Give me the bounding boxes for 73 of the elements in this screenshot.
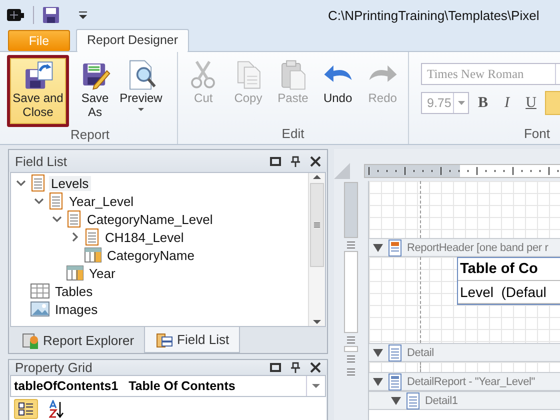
maximize-icon[interactable] [270, 362, 281, 373]
band-grip-icon [347, 240, 355, 248]
report-explorer-icon [21, 331, 39, 349]
collapse-icon[interactable] [16, 178, 26, 188]
column-icon [84, 246, 102, 264]
image-icon [30, 300, 50, 318]
collapse-icon[interactable] [34, 196, 44, 206]
panel-title: Property Grid [15, 360, 92, 375]
band-header[interactable]: DetailReport - "Year_Level" [369, 372, 560, 391]
group-label: Report [69, 127, 111, 144]
undo-button[interactable]: Undo [316, 55, 360, 108]
panel-title: Field List [15, 154, 68, 168]
band-header[interactable]: ReportHeader [one band per r [369, 238, 560, 257]
collapse-icon [373, 348, 383, 356]
band-header[interactable]: Detail1 [369, 391, 560, 410]
document-icon [48, 192, 64, 210]
categorized-icon [18, 402, 34, 416]
close-icon[interactable] [310, 362, 321, 373]
bold-button[interactable]: B [473, 92, 493, 114]
band-header[interactable]: Detail [369, 343, 560, 362]
column-icon [66, 264, 84, 282]
tree-item[interactable]: Year [87, 266, 118, 280]
panel-tab[interactable]: Report Explorer [11, 327, 144, 353]
group-label: Edit [280, 126, 306, 143]
pin-icon[interactable] [290, 156, 301, 166]
collapse-icon[interactable] [52, 214, 62, 224]
panel-tab[interactable]: Field List [144, 327, 240, 353]
pin-icon[interactable] [290, 362, 301, 373]
save-icon[interactable] [42, 6, 60, 24]
grip-icon [313, 222, 321, 228]
toc-level: Level (Defaul [458, 281, 560, 304]
expand-icon[interactable] [70, 232, 80, 242]
object-selector[interactable]: tableOfContents1 Table Of Contents [10, 375, 326, 397]
group-label: Font [522, 126, 551, 143]
tree-item[interactable]: CategoryName_Level [85, 212, 215, 226]
categorized-button[interactable] [14, 399, 38, 419]
caret-icon [458, 101, 464, 105]
toc-title: Table of Co [458, 258, 560, 281]
window-title: C:\NPrintingTraining\Templates\Pixel [328, 8, 540, 22]
tree-item[interactable]: CH184_Level [103, 230, 186, 244]
ruler-corner-icon [334, 163, 350, 179]
collapse-icon [373, 378, 383, 386]
collapse-icon [391, 396, 401, 404]
ribbon-tab[interactable]: Report Designer [76, 29, 190, 52]
caret-icon [312, 384, 320, 388]
save-as-button[interactable]: Save As [73, 55, 117, 122]
document-icon [66, 210, 82, 228]
tree-item[interactable]: Levels [49, 176, 91, 190]
vertical-ruler [344, 182, 358, 238]
tree-item[interactable]: Year_Level [67, 194, 136, 208]
close-icon[interactable] [310, 156, 321, 166]
band-icon [405, 392, 421, 410]
band-grip-icon [347, 368, 355, 376]
document-icon [84, 228, 100, 246]
app-icon [6, 6, 25, 24]
tree-item[interactable]: Tables [53, 284, 95, 298]
scrollbar[interactable] [308, 173, 325, 326]
table-of-contents[interactable]: Table of Co Level (Defaul [457, 257, 560, 305]
tree-item[interactable]: Images [53, 302, 100, 316]
save-close-button[interactable]: Save and Close [7, 55, 69, 127]
italic-button[interactable]: I [497, 92, 517, 114]
preview-button[interactable]: Preview [119, 55, 163, 115]
tree-item[interactable]: CategoryName [105, 248, 196, 262]
underline-button[interactable]: U [521, 92, 541, 114]
band-grip-icon [347, 354, 355, 362]
maximize-icon[interactable] [270, 156, 281, 166]
vertical-ruler [344, 346, 358, 352]
collapse-icon [373, 244, 383, 252]
sort-az-icon [48, 400, 64, 418]
field-list-icon [155, 330, 174, 348]
customize-dropdown-icon[interactable] [78, 10, 88, 20]
table-icon [30, 282, 50, 300]
band-grip-icon [347, 336, 355, 344]
